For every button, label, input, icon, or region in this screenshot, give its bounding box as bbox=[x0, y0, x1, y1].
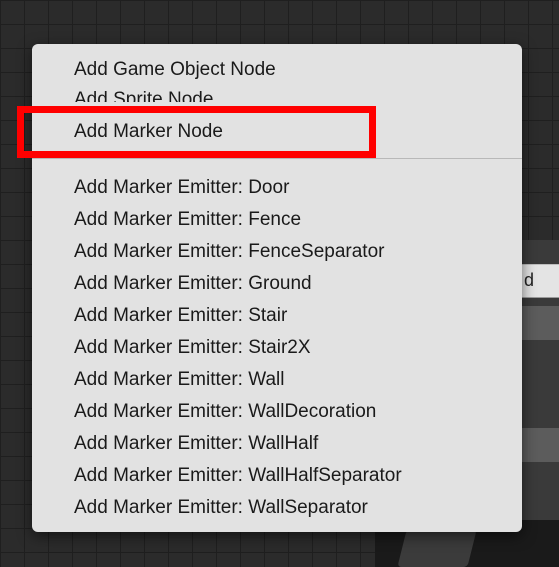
menu-item-emitter-wallhalfseparator[interactable]: Add Marker Emitter: WallHalfSeparator bbox=[32, 460, 522, 492]
menu-item-emitter-wallseparator[interactable]: Add Marker Emitter: WallSeparator bbox=[32, 492, 522, 524]
menu-item-emitter-wallhalf[interactable]: Add Marker Emitter: WallHalf bbox=[32, 428, 522, 460]
menu-item-emitter-fence[interactable]: Add Marker Emitter: Fence bbox=[32, 204, 522, 236]
menu-item-emitter-wall[interactable]: Add Marker Emitter: Wall bbox=[32, 364, 522, 396]
preview-block bbox=[397, 530, 477, 567]
menu-item-emitter-ground[interactable]: Add Marker Emitter: Ground bbox=[32, 268, 522, 300]
menu-item-emitter-door[interactable]: Add Marker Emitter: Door bbox=[32, 172, 522, 204]
menu-item-add-game-object-node[interactable]: Add Game Object Node bbox=[32, 54, 522, 86]
inspector-field-text: d bbox=[524, 270, 535, 290]
menu-item-emitter-stair2x[interactable]: Add Marker Emitter: Stair2X bbox=[32, 332, 522, 364]
menu-item-add-sprite-node[interactable]: Add Sprite Node bbox=[32, 84, 522, 102]
menu-item-emitter-stair[interactable]: Add Marker Emitter: Stair bbox=[32, 300, 522, 332]
menu-item-emitter-walldecoration[interactable]: Add Marker Emitter: WallDecoration bbox=[32, 396, 522, 428]
menu-separator bbox=[32, 158, 522, 159]
highlight-annotation-box bbox=[17, 106, 376, 158]
graph-canvas[interactable]: d Add Game Object Node Add Sprite Node A… bbox=[0, 0, 559, 567]
menu-item-emitter-fenceseparator[interactable]: Add Marker Emitter: FenceSeparator bbox=[32, 236, 522, 268]
